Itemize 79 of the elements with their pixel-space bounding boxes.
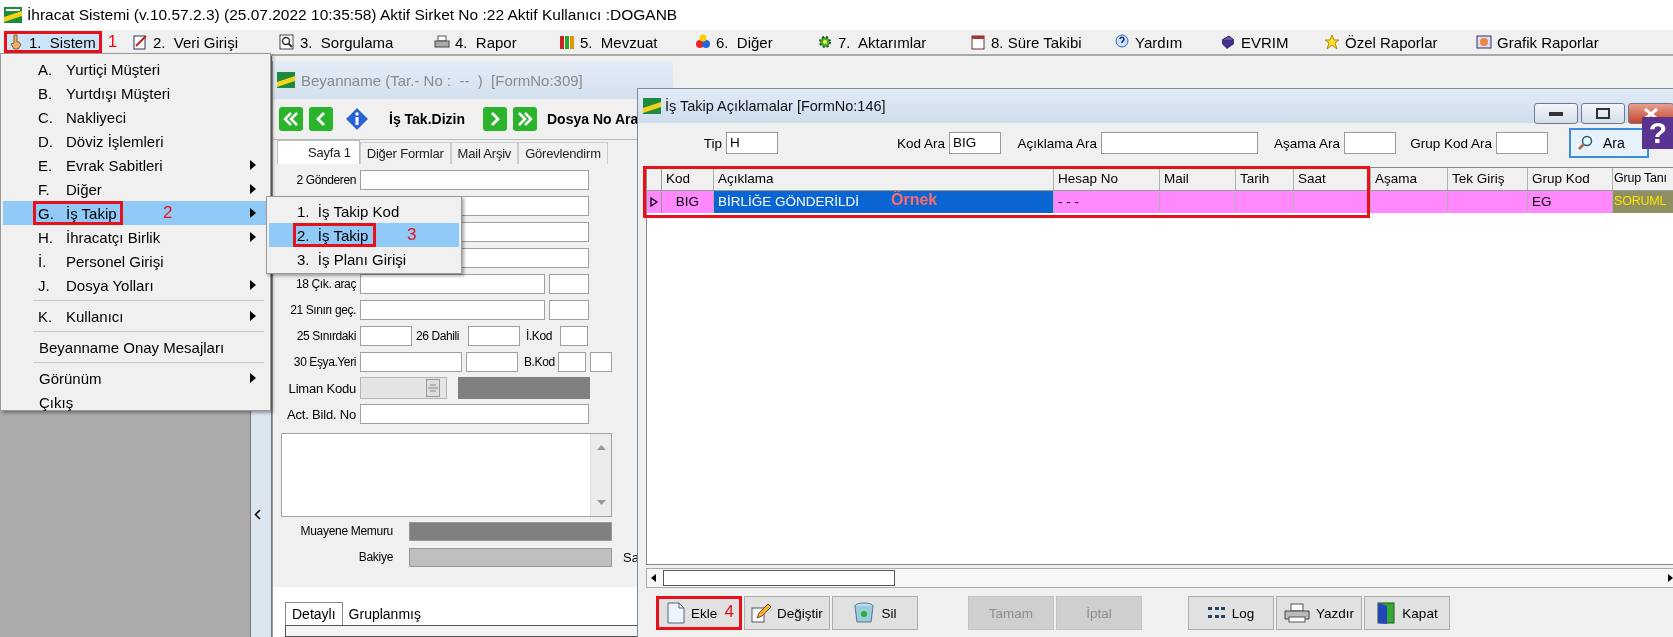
menu-item[interactable]: J. Dosya Yolları: [3, 273, 268, 297]
menu-item[interactable]: 2. Veri Girişi: [128, 31, 245, 53]
menu-item[interactable]: 5. Mevzuat: [555, 31, 664, 53]
field-label: 21 Sınırı geç.: [289, 303, 356, 317]
tab[interactable]: Detaylı: [285, 602, 343, 625]
menu-item[interactable]: 1. İş Takip Kod: [269, 199, 459, 223]
menu-item[interactable]: 1. Sistem: [4, 31, 102, 53]
tab[interactable]: Gruplanmış: [342, 603, 427, 625]
menu-item[interactable]: H. İhracatçı Birlik: [3, 225, 268, 249]
menu-item[interactable]: Grafik Raporlar: [1472, 31, 1605, 53]
toolbar-button[interactable]: Kapat: [1364, 596, 1450, 630]
filter-label: Aşama Ara: [1273, 135, 1340, 151]
column-header[interactable]: Tarih: [1236, 168, 1294, 190]
column-header[interactable]: Grup Tanı: [1613, 168, 1673, 190]
help-button[interactable]: ?: [1642, 117, 1673, 149]
filter-label: Kod Ara: [896, 135, 945, 151]
tab[interactable]: Görevlendirm: [518, 142, 608, 164]
menu-item[interactable]: 6. Diğer: [691, 31, 779, 53]
window-title: Beyanname (Tar.- No : -- ) [FormNo:309]: [301, 71, 583, 89]
field-label: B.Kod: [524, 355, 554, 369]
field-label: 26 Dahili: [416, 329, 461, 343]
annotation-number: 4: [724, 602, 734, 622]
field-label: Act. Bild. No: [286, 406, 356, 422]
menu-item[interactable]: 3. Sorgulama: [275, 31, 400, 53]
column-header[interactable]: Aşama: [1371, 168, 1448, 190]
input-field[interactable]: BIG: [949, 132, 1001, 154]
menu-item[interactable]: İ. Personel Girişi: [3, 249, 268, 273]
search-label: Dosya No Ara: [547, 111, 639, 127]
field-label: Bakiye: [357, 550, 393, 564]
menu-item[interactable]: Çıkış: [3, 390, 268, 414]
menu-item[interactable]: B. Yurtdışı Müşteri: [3, 81, 268, 105]
menu-item[interactable]: E. Evrak Sabitleri: [3, 153, 268, 177]
tab[interactable]: Mail Arşiv: [450, 142, 519, 164]
column-header[interactable]: Tek Giriş: [1448, 168, 1528, 190]
toolbar-button[interactable]: Yazdır: [1276, 596, 1362, 630]
field-label: 2 Gönderen: [295, 173, 356, 187]
field-label: 25 Sınırdaki: [295, 329, 356, 343]
annotation-label: Örnek: [891, 191, 938, 209]
field-label: Liman Kodu: [287, 380, 356, 396]
toolbar-label: İş Tak.Dizin: [389, 111, 465, 127]
search-button[interactable]: Ara: [1569, 128, 1649, 158]
filter-label: Grup Kod Ara: [1410, 135, 1492, 151]
menu-item[interactable]: D. Döviz İşlemleri: [3, 129, 268, 153]
window-title: İhracat Sistemi (v.10.57.2.3) (25.07.2022 10:35:58) Aktif Sirket No :22 Aktif Kullanıcı :DOGANB: [27, 6, 678, 24]
window-title: İş Takip Açıklamalar [FormNo:146]: [665, 98, 886, 114]
column-header[interactable]: Hesap No: [1054, 168, 1160, 190]
toolbar-button[interactable]: Değiştir: [744, 596, 830, 630]
input-field[interactable]: H: [726, 132, 778, 154]
menu-item[interactable]: C. Nakliyeci: [3, 105, 268, 129]
field-label: 30 Eşya.Yeri: [292, 355, 356, 369]
toolbar-button[interactable]: Sil: [832, 596, 918, 630]
field-label: İ.Kod: [526, 329, 554, 343]
filter-label: Tip: [703, 135, 722, 151]
annotation-number: 1: [107, 32, 118, 52]
tab[interactable]: Diğer Formlar: [359, 142, 451, 164]
filter-label: Açıklama Ara: [1017, 135, 1097, 151]
menu-item[interactable]: Özel Raporlar: [1320, 31, 1444, 53]
table-cell: - - -: [1054, 191, 1160, 213]
column-header[interactable]: Grup Kod: [1528, 168, 1613, 190]
table-row[interactable]: BIG BİRLİĞE GÖNDERİLDİ Örnek - - - EG SORUML: [647, 191, 1673, 213]
table-cell: SORUML: [1613, 191, 1673, 213]
menu-item[interactable]: 4. Rapor: [430, 31, 523, 53]
column-header[interactable]: Açıklama: [714, 168, 1054, 190]
column-header[interactable]: Mail: [1160, 168, 1236, 190]
tab[interactable]: Sayfa 1: [277, 140, 360, 164]
field-label: 18 Çık. araç: [295, 277, 356, 291]
annotation-number: 3: [407, 225, 417, 245]
column-header[interactable]: Kod: [662, 168, 714, 190]
menu-item[interactable]: 3. İş Planı Girişi: [269, 247, 459, 271]
menu-item[interactable]: 7. Aktarımlar: [813, 31, 933, 53]
menu-item[interactable]: F. Diğer: [3, 177, 268, 201]
column-header[interactable]: Saat: [1294, 168, 1371, 190]
menu-item[interactable]: EVRIM: [1216, 31, 1295, 53]
field-label: Muayene Memuru: [299, 524, 393, 538]
menu-item[interactable]: A. Yurtiçi Müşteri: [3, 57, 268, 81]
menu-item[interactable]: Yardım: [1110, 31, 1189, 53]
toolbar-button[interactable]: Log: [1188, 596, 1274, 630]
annotation-number: 2: [163, 203, 173, 223]
menu-item[interactable]: 8. Süre Takibi: [966, 31, 1088, 53]
